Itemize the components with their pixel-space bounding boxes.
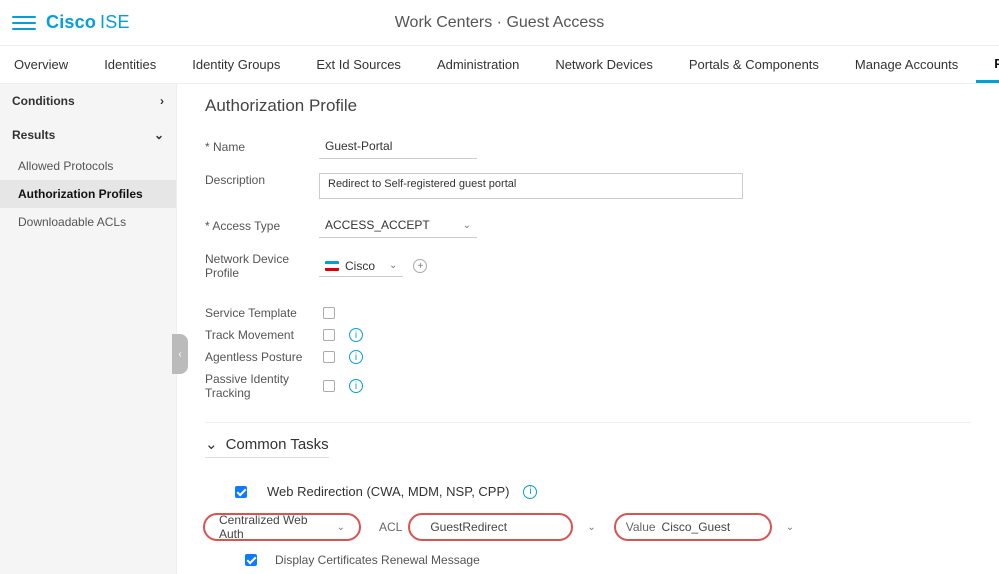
form-label-name: * Name <box>205 140 319 154</box>
info-icon[interactable]: i <box>349 328 363 342</box>
form-label-description: Description <box>205 173 319 187</box>
add-profile-button[interactable]: + <box>413 259 427 273</box>
opt-label-cert-renewal: Display Certificates Renewal Message <box>275 553 480 567</box>
common-tasks-title: Common Tasks <box>226 436 329 453</box>
sidebar-section-conditions[interactable]: Conditions › <box>0 84 176 118</box>
tab-identity-groups[interactable]: Identity Groups <box>174 46 298 83</box>
common-tasks-header[interactable]: ⌄ Common Tasks <box>205 435 329 458</box>
mode-value: Centralized Web Auth <box>219 513 329 541</box>
name-input[interactable] <box>319 134 477 159</box>
sidebar-item-downloadable-acls[interactable]: Downloadable ACLs <box>0 208 176 236</box>
tab-manage-accounts[interactable]: Manage Accounts <box>837 46 976 83</box>
checkbox-track-movement[interactable] <box>323 329 335 341</box>
info-icon[interactable]: i <box>349 379 363 393</box>
info-icon[interactable]: i <box>523 485 537 499</box>
tab-ext-id-sources[interactable]: Ext Id Sources <box>298 46 419 83</box>
brand-logo: CiscoISE <box>46 12 130 33</box>
chevron-down-icon[interactable]: ⌄ <box>786 522 794 533</box>
value-value: Cisco_Guest <box>662 520 731 534</box>
tab-overview[interactable]: Overview <box>6 46 86 83</box>
page-title: Authorization Profile <box>205 96 971 116</box>
checkbox-agentless-posture[interactable] <box>323 351 335 363</box>
access-type-select[interactable]: ACCESS_ACCEPT ⌄ <box>319 213 477 238</box>
main-tabs: Overview Identities Identity Groups Ext … <box>0 46 999 84</box>
chevron-down-icon: ⌄ <box>389 260 397 271</box>
menu-icon[interactable] <box>12 11 36 35</box>
checkbox-passive-identity[interactable] <box>323 380 335 392</box>
chevron-down-icon[interactable]: ⌄ <box>587 522 595 533</box>
sidebar-item-authorization-profiles[interactable]: Authorization Profiles <box>0 180 176 208</box>
chevron-down-icon: ⌄ <box>337 522 345 533</box>
form-label-ndp: Network Device Profile <box>205 252 319 280</box>
tab-network-devices[interactable]: Network Devices <box>537 46 671 83</box>
network-device-profile-select[interactable]: Cisco ⌄ <box>319 256 403 277</box>
app-header: CiscoISE Work Centers · Guest Access <box>0 0 999 46</box>
tab-policy-elements[interactable]: Policy Elements <box>976 46 999 83</box>
chevron-down-icon: ⌄ <box>463 220 471 231</box>
info-icon[interactable]: i <box>349 350 363 364</box>
sidebar-item-allowed-protocols[interactable]: Allowed Protocols <box>0 152 176 180</box>
acl-label: ACL <box>379 520 402 534</box>
section-divider <box>205 422 971 423</box>
checkbox-display-cert-renewal[interactable] <box>245 554 257 566</box>
value-select[interactable]: Value Cisco_Guest <box>614 513 772 541</box>
acl-input[interactable]: GuestRedirect <box>408 513 573 541</box>
sidebar-collapse-handle[interactable]: ‹ <box>172 334 188 374</box>
sidebar-section-label: Results <box>12 128 55 142</box>
brand-primary: Cisco <box>46 12 96 32</box>
access-type-value: ACCESS_ACCEPT <box>325 218 430 232</box>
label-web-redirection: Web Redirection (CWA, MDM, NSP, CPP) <box>267 484 509 499</box>
chevron-right-icon: › <box>160 94 164 108</box>
label-track-movement: Track Movement <box>205 328 323 342</box>
web-redirection-mode-select[interactable]: Centralized Web Auth ⌄ <box>203 513 361 541</box>
chevron-down-icon: ⌄ <box>205 435 218 453</box>
label-passive-identity: Passive Identity Tracking <box>205 372 323 400</box>
main-content: Authorization Profile * Name Description… <box>177 84 999 574</box>
tab-identities[interactable]: Identities <box>86 46 174 83</box>
chevron-down-icon: ⌄ <box>154 128 164 142</box>
sidebar-section-label: Conditions <box>12 94 75 108</box>
form-label-access-type: * Access Type <box>205 219 319 233</box>
acl-value: GuestRedirect <box>430 520 507 534</box>
tab-portals-components[interactable]: Portals & Components <box>671 46 837 83</box>
label-agentless-posture: Agentless Posture <box>205 350 323 364</box>
sidebar-section-results[interactable]: Results ⌄ <box>0 118 176 152</box>
checkbox-service-template[interactable] <box>323 307 335 319</box>
label-service-template: Service Template <box>205 306 323 320</box>
tab-administration[interactable]: Administration <box>419 46 537 83</box>
value-label: Value <box>626 520 656 534</box>
sidebar: Conditions › Results ⌄ Allowed Protocols… <box>0 84 177 574</box>
brand-secondary: ISE <box>100 12 130 32</box>
description-textarea[interactable] <box>319 173 743 199</box>
ndp-value: Cisco <box>345 259 375 273</box>
checkbox-web-redirection[interactable] <box>235 486 247 498</box>
cisco-flag-icon <box>325 261 339 271</box>
breadcrumb: Work Centers · Guest Access <box>395 14 605 32</box>
